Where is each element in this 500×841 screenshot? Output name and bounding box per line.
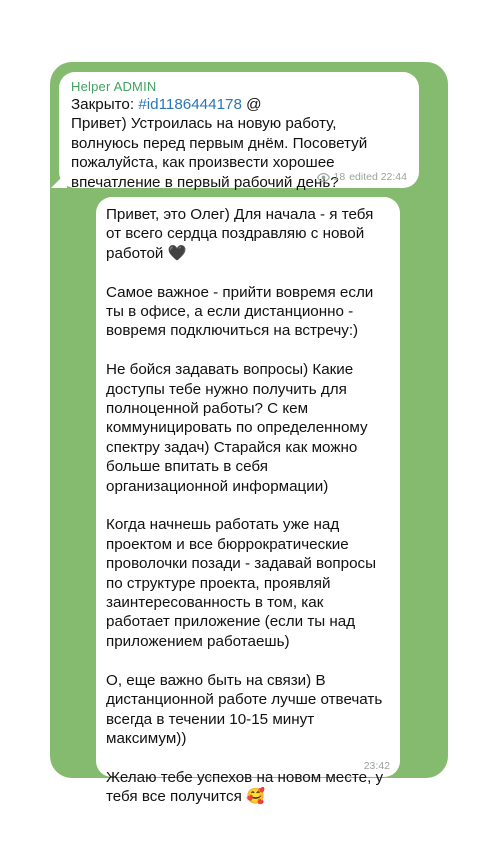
view-count: 18	[333, 171, 346, 183]
answer-message-bubble[interactable]: Привет, это Олег) Для начала - я тебя от…	[96, 197, 400, 805]
answer-paragraph: Не бойся задавать вопросы) Какие доступы…	[106, 361, 368, 495]
question-message-bubble[interactable]: Helper ADMIN Закрыто: #id1186444178 @ Пр…	[51, 72, 419, 191]
answer-paragraph: О, еще важно быть на связи) В дистанцион…	[106, 671, 383, 747]
answer-paragraph: Привет, это Олег) Для начала - я тебя от…	[106, 206, 374, 262]
hashtag-link[interactable]: #id1186444178	[138, 96, 242, 113]
answer-paragraph: Самое важное - прийти вовремя если ты в …	[106, 283, 374, 340]
edited-time: edited 22:44	[349, 171, 407, 183]
sender-name[interactable]: Helper ADMIN	[71, 79, 407, 95]
answer-paragraph: Желаю тебе успехов на новом месте, у теб…	[106, 768, 384, 806]
eye-icon	[316, 172, 330, 182]
message-time: 23:42	[363, 760, 390, 772]
message-meta: 18 edited 22:44	[316, 171, 407, 183]
closed-prefix: Закрыто:	[71, 96, 139, 113]
answer-paragraph: Когда начнешь работать уже над проектом …	[106, 516, 377, 650]
mention-symbol: @	[241, 96, 262, 113]
